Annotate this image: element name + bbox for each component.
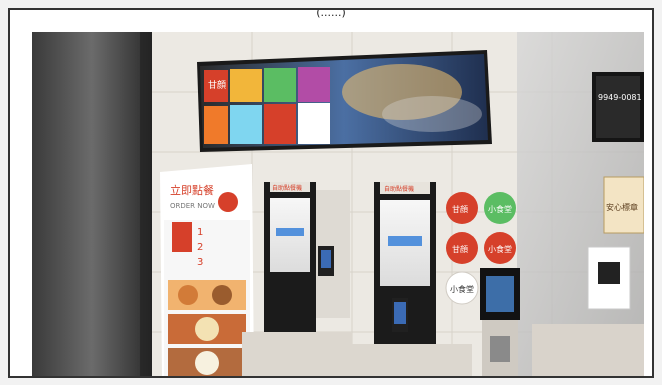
poster-step-3: 3: [197, 257, 203, 268]
scanner-pedestal: [480, 268, 520, 376]
right-screen-number: 9949-0081: [598, 93, 642, 102]
image-frame: (......) 甘顔 9949-0081 安心標章 立即點餐 ORDER NO…: [8, 8, 654, 378]
badge-1: 甘顔: [452, 204, 468, 214]
poster-subtitle: ORDER NOW: [170, 202, 215, 210]
badge-5: 小食堂: [450, 284, 474, 294]
badge-2: 小食堂: [488, 204, 512, 214]
poster-title: 立即點餐: [170, 183, 214, 197]
badge-3: 甘顔: [452, 244, 468, 254]
kiosk-photo: 甘顔 9949-0081 安心標章 立即點餐 ORDER NOW 1 2 3 自…: [32, 32, 644, 376]
counter: [532, 324, 644, 376]
menu-board: 甘顔: [197, 50, 492, 152]
steel-column-edge: [140, 32, 152, 376]
steel-column: [32, 32, 152, 376]
right-monitor-screen: [596, 76, 640, 138]
poster-step-2: 2: [197, 242, 203, 253]
badge-4: 小食堂: [488, 244, 512, 254]
qr-code: [598, 262, 620, 284]
menu-board-brand: 甘顔: [208, 79, 226, 91]
poster-step-1: 1: [197, 227, 203, 238]
kiosk-2-header: 自助點餐機: [384, 185, 414, 193]
pinned-notice-text: 安心標章: [606, 202, 638, 212]
order-poster: 立即點餐 ORDER NOW 1 2 3: [160, 164, 254, 376]
top-caption: (......): [316, 8, 346, 19]
kiosk-1-header: 自助點餐機: [272, 184, 302, 192]
